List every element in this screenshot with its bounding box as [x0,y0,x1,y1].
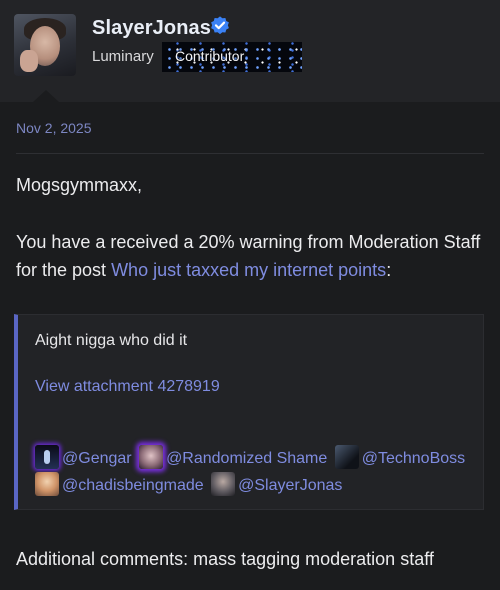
greeting: Mogsgymmaxx, [16,175,143,195]
post-date[interactable]: Nov 2, 2025 [16,120,92,136]
additional-comments: Additional comments: mass tagging modera… [16,549,434,569]
warning-suffix: : [386,260,392,280]
mention-avatar [35,445,59,469]
username[interactable]: SlayerJonas [92,17,211,40]
mention-label: @SlayerJonas [238,477,343,494]
mention-avatar [334,445,359,469]
user-banner: Contributor [162,42,302,72]
post-link[interactable]: Who just taxxed my internet points [111,260,386,280]
quoted-post: Aight nigga who did it View attachment 4… [14,314,484,510]
mention-avatar [35,472,59,496]
warning-message: You have a received a 20% warning from M… [16,228,486,284]
avatar[interactable] [14,14,76,76]
header-pointer [33,90,59,102]
verified-badge-icon [211,16,229,35]
mention-slayerjonas[interactable]: @SlayerJonas [211,472,342,499]
attachment-link[interactable]: View attachment 4278919 [35,378,220,396]
mention-label: @Randomized Shame [166,450,328,467]
mention-label: @chadisbeingmade [62,477,204,494]
post-header: SlayerJonas Luminary Contributor [0,0,500,102]
mention-avatar [139,445,164,469]
mention-label: @Gengar [62,450,132,467]
mention-label: @TechnoBoss [361,450,466,467]
avatar-hand [20,50,38,72]
user-rank: Luminary [92,48,154,65]
mention-technoboss[interactable]: @TechnoBoss [334,445,466,472]
mention-randomized-shame[interactable]: @Randomized Shame [139,445,327,472]
mention-gengar[interactable]: @Gengar [35,445,132,472]
banner-label: Contributor [175,48,245,64]
mention-list: @Gengar @Randomized Shame @TechnoBoss @c… [35,445,485,499]
quote-text: Aight nigga who did it [35,332,188,349]
mention-avatar [211,472,236,496]
divider [16,153,484,154]
mention-chadisbeingmade[interactable]: @chadisbeingmade [35,472,204,499]
